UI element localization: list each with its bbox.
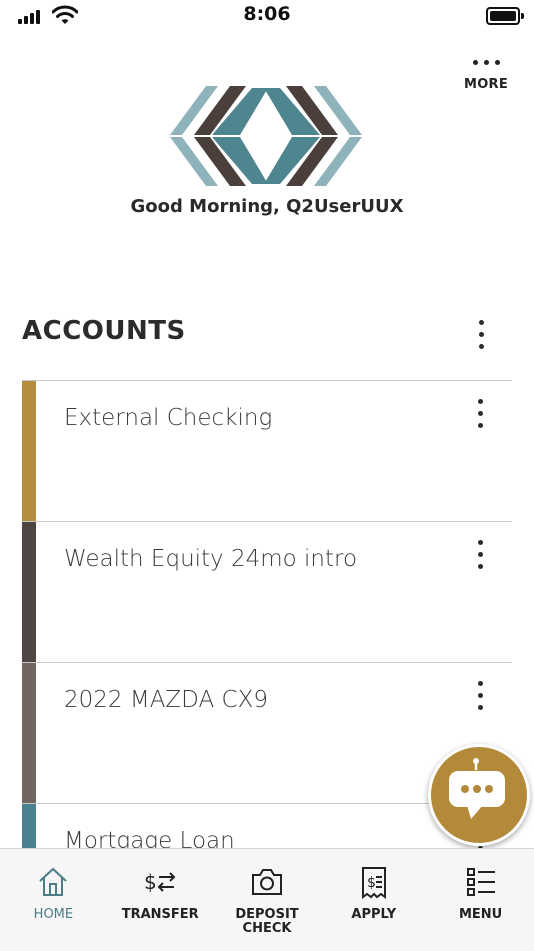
home-icon xyxy=(39,867,68,896)
account-options-icon[interactable] xyxy=(470,397,490,431)
svg-text:$: $ xyxy=(367,875,376,891)
more-dots-icon xyxy=(456,60,516,65)
tab-transfer[interactable]: $ TRANSFER xyxy=(107,849,214,951)
tab-label: APPLY xyxy=(351,907,397,922)
account-name: 2022 MAZDA CX9 xyxy=(64,687,268,713)
svg-text:$: $ xyxy=(144,870,157,894)
account-options-icon[interactable] xyxy=(470,679,490,713)
account-row-external-checking[interactable]: External Checking xyxy=(22,380,512,521)
bank-logo xyxy=(170,86,362,186)
battery-icon xyxy=(486,7,524,25)
transfer-icon: $ xyxy=(144,870,176,894)
status-bar: 8:06 xyxy=(0,0,534,32)
account-color-bar xyxy=(22,663,36,803)
tab-menu[interactable]: MENU xyxy=(427,849,534,951)
greeting-text: Good Morning, Q2UserUUX xyxy=(130,196,404,217)
more-button[interactable]: MORE xyxy=(456,60,516,92)
more-label: MORE xyxy=(463,77,509,92)
tab-label: TRANSFER xyxy=(121,907,199,922)
bottom-tab-bar: HOME $ TRANSFER DEPOSIT CHECK $ APPLY ME… xyxy=(0,848,534,951)
status-time: 8:06 xyxy=(243,3,291,25)
tab-deposit-check[interactable]: DEPOSIT CHECK xyxy=(214,849,321,951)
tab-label: HOME xyxy=(33,907,74,922)
list-icon xyxy=(466,868,495,896)
account-name: Wealth Equity 24mo intro xyxy=(64,546,358,572)
account-row-wealth-equity[interactable]: Wealth Equity 24mo intro xyxy=(22,521,512,662)
account-color-bar xyxy=(22,522,36,662)
tab-label: MENU xyxy=(458,907,503,922)
chat-bot-icon xyxy=(449,758,505,819)
tab-apply[interactable]: $ APPLY xyxy=(320,849,427,951)
tab-label: DEPOSIT CHECK xyxy=(235,907,299,936)
account-name: External Checking xyxy=(64,405,273,431)
chat-assistant-button[interactable] xyxy=(428,744,530,846)
accounts-options-icon[interactable] xyxy=(471,318,491,352)
tab-home[interactable]: HOME xyxy=(0,849,107,951)
document-dollar-icon: $ xyxy=(361,867,386,899)
account-options-icon[interactable] xyxy=(470,538,490,572)
account-color-bar xyxy=(22,381,36,521)
accounts-title: ACCOUNTS xyxy=(22,316,186,346)
camera-icon xyxy=(251,869,282,895)
